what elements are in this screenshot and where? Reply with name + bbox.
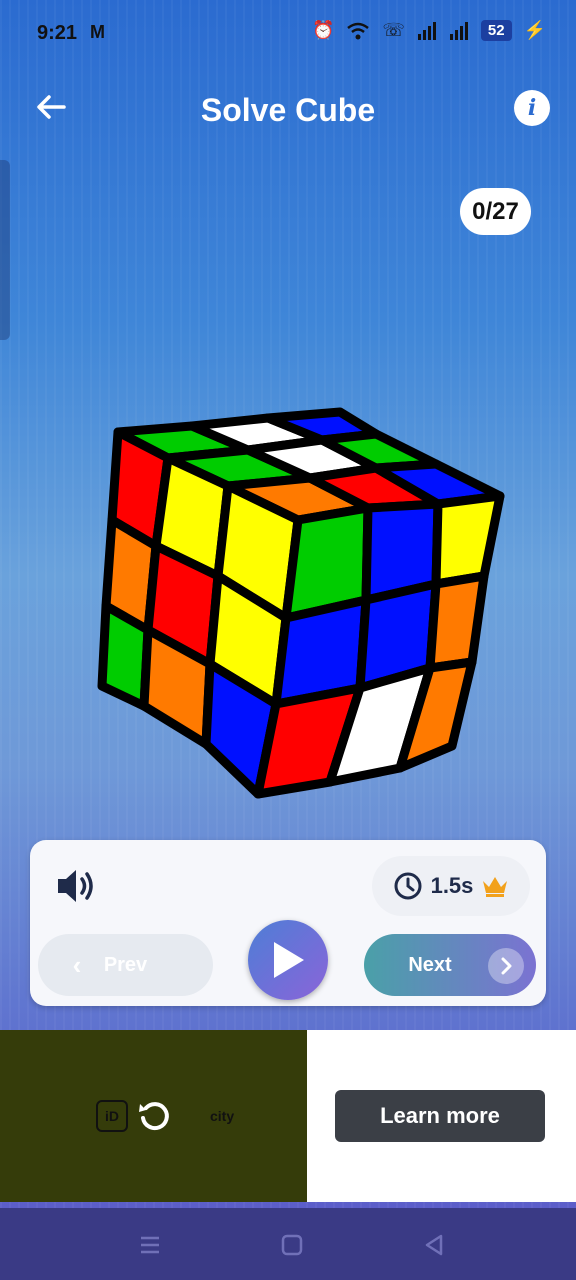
next-button[interactable]: Next (364, 934, 536, 996)
timer-display: 1.5s (372, 856, 530, 916)
replay-icon[interactable] (136, 1098, 172, 1134)
ad-logo-mark: iD (96, 1100, 128, 1132)
rubiks-cube-3d[interactable] (90, 400, 510, 810)
signal-icon-2 (449, 21, 468, 40)
header: Solve Cube i (0, 80, 576, 140)
prev-label: Prev (103, 953, 148, 976)
control-panel: 1.5s ‹ Prev Next (30, 840, 546, 1006)
chevron-right-icon (488, 948, 524, 984)
crown-icon (483, 877, 508, 897)
ad-banner[interactable]: iD city Learn more (0, 1030, 576, 1202)
status-bar: 9:21 M ⏰ ☏ 52 ⚡ (0, 0, 576, 66)
learn-more-button[interactable]: Learn more (335, 1090, 545, 1142)
status-time: 9:21 (37, 22, 78, 44)
chevron-left-icon: ‹ (72, 949, 82, 980)
page-title: Solve Cube (200, 92, 376, 128)
volume-icon[interactable] (54, 864, 98, 908)
prev-button[interactable]: ‹ Prev (38, 934, 213, 996)
move-progress-badge: 0/27 (460, 188, 531, 235)
clock-icon (394, 872, 422, 900)
battery-indicator: 52 (480, 20, 512, 41)
timer-value: 1.5s (430, 873, 474, 898)
alarm-icon: ⏰ (311, 20, 335, 40)
side-drawer-handle[interactable] (0, 160, 10, 340)
play-button[interactable] (248, 920, 328, 1000)
menu-icon[interactable] (135, 1230, 165, 1260)
back-icon[interactable] (419, 1230, 449, 1260)
play-icon (274, 942, 304, 978)
ad-logo-text: city (210, 1108, 235, 1124)
system-nav-bar (0, 1208, 576, 1280)
signal-icon (417, 21, 436, 40)
info-button[interactable]: i (514, 90, 550, 126)
charging-icon: ⚡ (523, 20, 546, 40)
next-label: Next (408, 953, 452, 976)
call-icon: ☏ (382, 20, 405, 40)
home-icon[interactable] (277, 1230, 307, 1260)
wifi-icon (347, 22, 370, 39)
status-icons: ⏰ ☏ 52 ⚡ (312, 20, 546, 41)
ad-image[interactable]: iD city (0, 1030, 307, 1202)
gmail-icon: M (90, 22, 105, 42)
